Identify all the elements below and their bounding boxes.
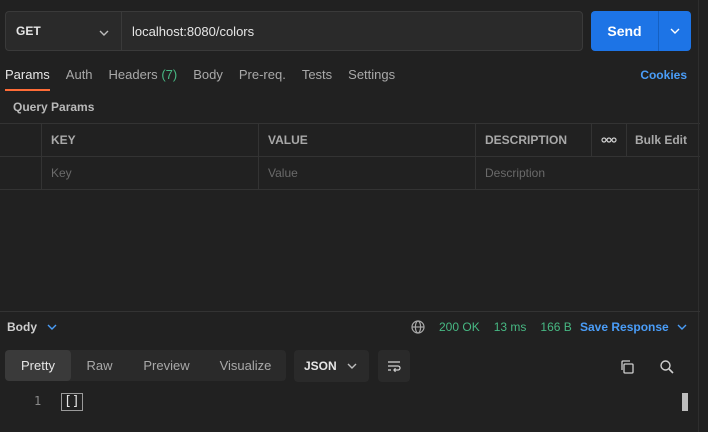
tab-label: Auth [65,67,93,82]
response-size[interactable]: 166 B [540,320,571,334]
more-options-button[interactable] [592,124,627,156]
body-label: Body [7,320,37,334]
response-status: 200 OK 13 ms 166 B [410,319,572,335]
method-label: GET [16,24,41,38]
row-checkbox[interactable] [0,157,42,189]
chevron-down-icon [677,324,687,330]
chevron-down-icon [47,324,57,330]
tab-body[interactable]: Body [193,62,223,90]
format-select[interactable]: JSON [294,350,369,382]
wrap-lines-button[interactable] [378,350,410,382]
checkbox-column [0,124,42,156]
response-body-select[interactable]: Body [7,320,57,334]
method-select[interactable]: GET [5,11,121,51]
tab-label: Pre-req. [238,67,286,82]
line-number: 1 [34,394,42,408]
pane-divider [698,0,699,432]
save-response-button[interactable]: Save Response [580,320,687,334]
response-code[interactable]: [] [61,393,83,411]
table-header-row: KEY VALUE DESCRIPTION Bulk Edit [0,124,700,157]
query-params-table: KEY VALUE DESCRIPTION Bulk Edit Key Valu… [0,123,700,190]
more-horizontal-icon [601,137,617,143]
description-header: DESCRIPTION [476,124,592,156]
headers-count: (7) [161,67,178,82]
url-input[interactable]: localhost:8080/colors [121,11,583,51]
send-options-button[interactable] [658,11,691,51]
response-divider [0,311,700,312]
tab-raw[interactable]: Raw [71,350,128,381]
cookies-link[interactable]: Cookies [640,62,687,88]
tab-tests[interactable]: Tests [302,62,332,90]
url-value: localhost:8080/colors [132,23,255,39]
tab-pretty[interactable]: Pretty [5,350,71,381]
tab-label: Settings [348,67,396,82]
key-header: KEY [42,124,259,156]
search-icon [660,360,674,374]
tab-headers[interactable]: Headers (7) [109,62,178,90]
tab-label: Params [5,67,50,82]
tab-visualize[interactable]: Visualize [205,350,286,381]
bulk-edit-button[interactable]: Bulk Edit [627,124,700,156]
request-tabs: Params Auth Headers (7) Body Pre-req. Te… [5,62,411,91]
key-input[interactable]: Key [42,157,259,189]
tab-auth[interactable]: Auth [66,62,93,90]
tab-pre-request[interactable]: Pre-req. [239,62,286,90]
format-label: JSON [304,359,337,373]
save-response-label: Save Response [580,320,669,334]
wrap-lines-icon [388,361,401,373]
send-label: Send [607,23,642,39]
value-input[interactable]: Value [259,157,476,189]
response-view-tabs: Pretty Raw Preview Visualize [5,350,286,381]
chevron-down-icon [670,28,680,34]
tab-settings[interactable]: Settings [348,62,395,90]
tab-params[interactable]: Params [5,62,50,91]
scrollbar-thumb[interactable] [682,393,688,411]
send-button[interactable]: Send [591,11,691,51]
tab-label: Body [193,67,223,82]
tab-preview[interactable]: Preview [128,350,205,381]
chevron-down-icon [99,26,109,41]
value-header: VALUE [259,124,476,156]
copy-icon [621,360,634,374]
description-input[interactable]: Description [476,157,700,189]
response-time[interactable]: 13 ms [494,320,527,334]
tab-label: Tests [301,67,333,82]
search-button[interactable] [656,356,678,378]
table-row: Key Value Description [0,157,700,190]
query-params-title: Query Params [13,100,95,114]
globe-icon [411,320,425,334]
copy-button[interactable] [616,356,638,378]
chevron-down-icon [347,360,357,374]
status-code[interactable]: 200 OK [439,320,480,334]
tab-label: Headers [108,67,158,82]
